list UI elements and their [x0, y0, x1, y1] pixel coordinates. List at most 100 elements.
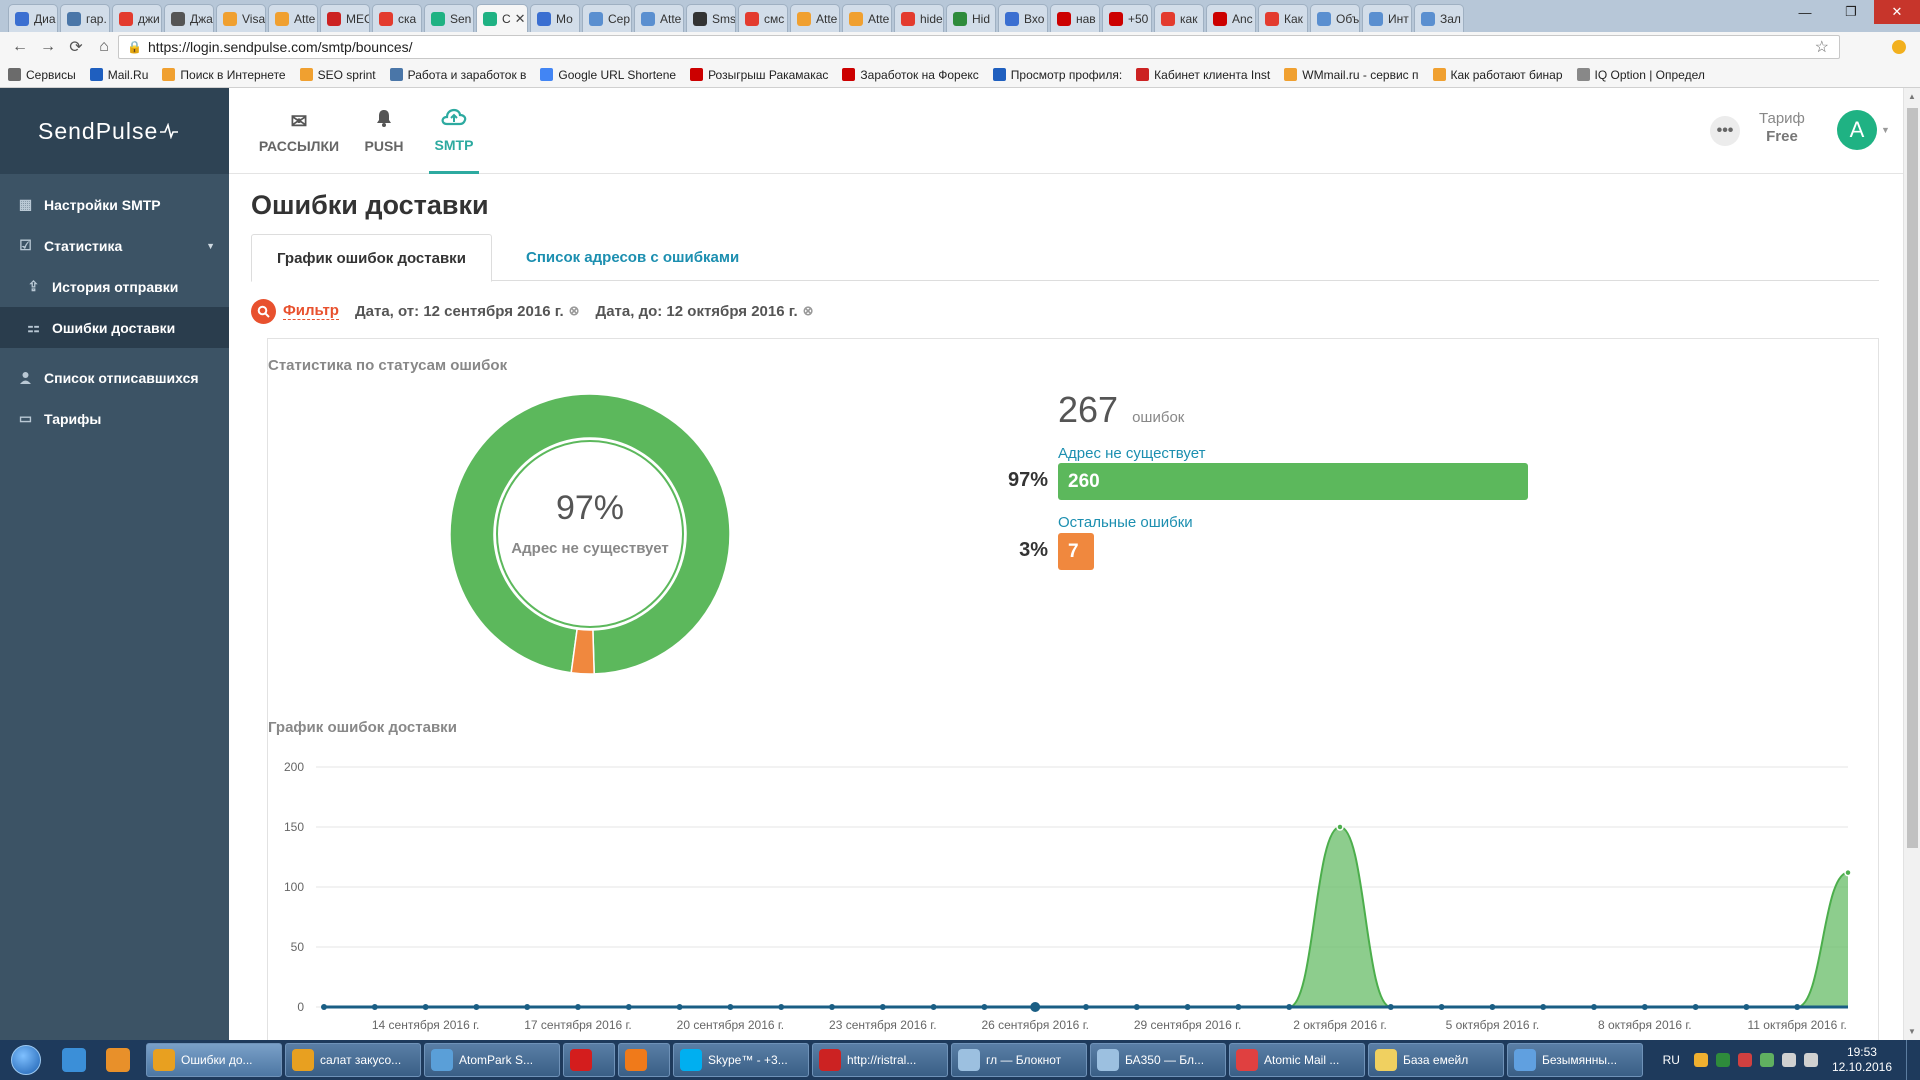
sidebar-item-tariffs[interactable]: ▭ Тарифы	[0, 398, 229, 439]
url-input[interactable]: 🔒 https://login.sendpulse.com/smtp/bounc…	[118, 35, 1840, 59]
sidebar-item-unsubscribed[interactable]: Список отписавшихся	[0, 357, 229, 398]
caret-down-icon[interactable]: ▼	[1881, 125, 1890, 135]
bookmark-item[interactable]: Заработок на Форекс	[842, 68, 979, 82]
browser-tab[interactable]: гар.	[60, 4, 110, 32]
browser-tab[interactable]: hide	[894, 4, 944, 32]
nav-mailings[interactable]: ✉ РАССЫЛКИ	[259, 88, 339, 174]
data-point[interactable]	[575, 1004, 581, 1010]
tray-icon[interactable]	[1737, 1053, 1752, 1067]
tab-errors-chart[interactable]: График ошибок доставки	[251, 234, 492, 282]
close-tab-icon[interactable]: ✕	[515, 11, 526, 27]
browser-tab[interactable]: Visa	[216, 4, 266, 32]
language-indicator[interactable]: RU	[1663, 1053, 1680, 1067]
tray-icon[interactable]	[1759, 1053, 1774, 1067]
data-point[interactable]	[879, 1004, 886, 1010]
bookmark-item[interactable]: Просмотр профиля:	[992, 68, 1122, 82]
taskbar-item[interactable]: салат закусо...	[285, 1043, 421, 1077]
data-point[interactable]	[371, 1004, 378, 1010]
minimize-button[interactable]: —	[1782, 0, 1828, 24]
browser-tab[interactable]: ска	[372, 4, 422, 32]
browser-tab[interactable]: Anc	[1206, 4, 1256, 32]
data-point[interactable]	[1336, 823, 1344, 831]
data-point[interactable]	[625, 1004, 632, 1010]
back-icon[interactable]: ←	[8, 38, 32, 56]
taskbar-item[interactable]: Ошибки до...	[146, 1043, 282, 1077]
data-point[interactable]	[1387, 1004, 1394, 1010]
bookmark-item[interactable]: IQ Option | Определ	[1576, 68, 1705, 82]
taskbar-item[interactable]: База емейл	[1368, 1043, 1504, 1077]
sidebar-item-statistics[interactable]: ☑ Статистика ▼	[0, 225, 229, 266]
home-icon[interactable]: ⌂	[92, 38, 116, 56]
bookmark-item[interactable]: Розыгрыш Ракамакас	[690, 68, 828, 82]
data-point[interactable]	[524, 1004, 531, 1010]
bookmark-star-icon[interactable]: ☆	[1815, 37, 1829, 57]
more-options-button[interactable]: •••	[1710, 116, 1740, 146]
close-window-button[interactable]: ✕	[1874, 0, 1920, 24]
data-point[interactable]	[321, 1004, 327, 1010]
tray-icon[interactable]	[1715, 1053, 1730, 1067]
clock[interactable]: 19:53 12.10.2016	[1832, 1045, 1892, 1075]
data-point[interactable]	[473, 1004, 480, 1010]
bookmark-item[interactable]: WMmail.ru - сервис п	[1284, 68, 1419, 82]
data-point[interactable]	[727, 1004, 734, 1010]
browser-tab[interactable]: Как	[1258, 4, 1308, 32]
browser-tab[interactable]: джи	[112, 4, 162, 32]
nav-push[interactable]: PUSH	[359, 88, 409, 174]
taskbar-item[interactable]: Безымянны...	[1507, 1043, 1643, 1077]
nav-smtp[interactable]: SMTP	[429, 88, 479, 174]
show-desktop-button[interactable]	[1906, 1040, 1920, 1080]
logo[interactable]: SendPulse	[0, 88, 229, 174]
data-point[interactable]	[676, 1004, 683, 1010]
avatar[interactable]: A	[1837, 110, 1877, 150]
data-point[interactable]	[1438, 1004, 1445, 1010]
browser-tab[interactable]: Мо	[530, 4, 580, 32]
taskbar-item[interactable]: Skype™ - +3...	[673, 1043, 809, 1077]
taskbar-item[interactable]: Atomic Mail ...	[1229, 1043, 1365, 1077]
browser-tab[interactable]: МЕС	[320, 4, 370, 32]
browser-tab[interactable]: Сер	[582, 4, 632, 32]
data-point[interactable]	[829, 1004, 835, 1010]
data-point[interactable]	[778, 1004, 785, 1010]
page-scrollbar[interactable]: ▲ ▼	[1903, 88, 1920, 1040]
sidebar-item-delivery-errors[interactable]: ⚏ Ошибки доставки	[0, 307, 229, 348]
browser-tab[interactable]: смс	[738, 4, 788, 32]
data-point[interactable]	[1286, 1004, 1293, 1010]
browser-tab[interactable]: Sen	[424, 4, 474, 32]
data-point[interactable]	[1184, 1004, 1191, 1010]
browser-tab[interactable]: Джа	[164, 4, 214, 32]
reload-icon[interactable]: ⟳	[64, 37, 88, 57]
browser-tab[interactable]: Sms	[686, 4, 736, 32]
data-point[interactable]	[1133, 1004, 1140, 1010]
scrollbar-thumb[interactable]	[1907, 108, 1918, 848]
taskbar-item[interactable]: http://ristral...	[812, 1043, 948, 1077]
data-point[interactable]	[1540, 1004, 1547, 1010]
scroll-down-icon[interactable]: ▼	[1908, 1027, 1916, 1036]
bookmark-item[interactable]: Google URL Shortene	[540, 68, 676, 82]
ie-quicklaunch-icon[interactable]	[52, 1042, 96, 1078]
browser-tab[interactable]: как	[1154, 4, 1204, 32]
taskbar-item[interactable]	[563, 1043, 615, 1077]
bookmark-item[interactable]: Mail.Ru	[89, 68, 148, 82]
taskbar-item[interactable]: гл — Блокнот	[951, 1043, 1087, 1077]
scroll-up-icon[interactable]: ▲	[1908, 92, 1916, 101]
data-point[interactable]	[1641, 1004, 1648, 1010]
taskbar-item[interactable]: БА350 — Бл...	[1090, 1043, 1226, 1077]
start-button[interactable]	[0, 1040, 52, 1080]
forward-icon[interactable]: →	[36, 38, 60, 56]
browser-tab[interactable]: Вхо	[998, 4, 1048, 32]
bookmark-item[interactable]: Поиск в Интернете	[162, 68, 286, 82]
data-point[interactable]	[422, 1004, 429, 1010]
browser-tab[interactable]: +50	[1102, 4, 1152, 32]
search-icon[interactable]	[251, 298, 276, 324]
browser-tab[interactable]: Atte	[790, 4, 840, 32]
data-point[interactable]	[1489, 1004, 1496, 1010]
data-point[interactable]	[930, 1004, 937, 1010]
data-point[interactable]	[1743, 1004, 1750, 1010]
data-point[interactable]	[1692, 1004, 1699, 1010]
browser-tab[interactable]: Atte	[268, 4, 318, 32]
data-point[interactable]	[1591, 1004, 1597, 1010]
bookmark-item[interactable]: Кабинет клиента Inst	[1136, 68, 1270, 82]
browser-tab[interactable]: Hid	[946, 4, 996, 32]
bookmark-item[interactable]: Как работают бинар	[1432, 68, 1563, 82]
taskbar-item[interactable]	[618, 1043, 670, 1077]
